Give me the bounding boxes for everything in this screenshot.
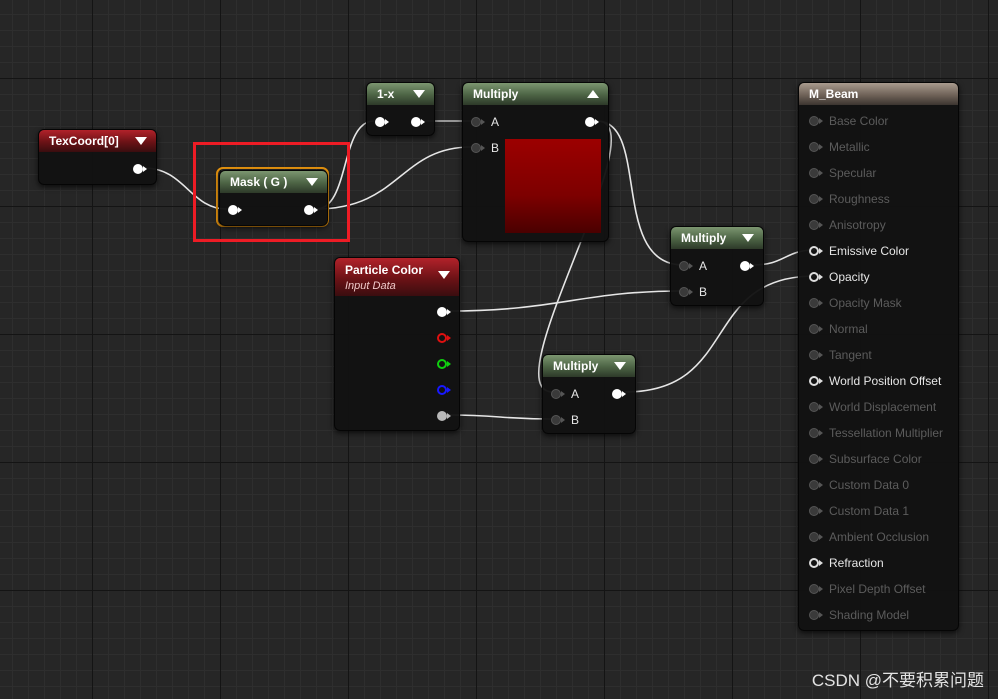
material-input-pin[interactable] (809, 141, 823, 153)
multiply-bottom-pin-b-label: B (571, 413, 580, 427)
material-input-label: Custom Data 0 (829, 478, 910, 492)
material-input-pin[interactable] (809, 479, 823, 491)
one-minus-node-header[interactable]: 1-x (367, 83, 434, 105)
multiply-right-pin-a-label: A (699, 259, 708, 273)
collapse-arrow-icon[interactable] (135, 137, 147, 145)
multiply-right-node[interactable]: Multiply A B (670, 226, 764, 306)
material-input-label: Normal (829, 322, 868, 336)
material-result-node-title: M_Beam (809, 87, 859, 101)
material-input-label: Opacity Mask (829, 296, 902, 310)
particle-color-g-pin[interactable] (437, 358, 451, 370)
wire-particle-to-right-b (447, 290, 684, 312)
one-minus-node[interactable]: 1-x (366, 82, 435, 136)
multiply-bottom-node-header[interactable]: Multiply (543, 355, 635, 377)
multiply-top-pin-b-label: B (491, 141, 500, 155)
material-input-pin[interactable] (809, 193, 823, 205)
multiply-right-pin-a[interactable] (679, 260, 693, 272)
one-minus-input-pin[interactable] (375, 116, 389, 128)
multiply-top-node[interactable]: Multiply A B (462, 82, 609, 242)
collapse-arrow-icon[interactable] (413, 90, 425, 98)
one-minus-node-title: 1-x (377, 87, 395, 101)
multiply-right-output-pin[interactable] (740, 260, 754, 272)
material-input-pin[interactable] (809, 167, 823, 179)
material-input-pin[interactable] (809, 245, 823, 257)
collapse-arrow-icon[interactable] (438, 271, 450, 279)
particle-color-node-subtitle: Input Data (345, 280, 396, 292)
collapse-arrow-icon[interactable] (742, 234, 754, 242)
material-input-label: Pixel Depth Offset (829, 582, 926, 596)
multiply-top-pin-a-label: A (491, 115, 500, 129)
material-input-pin[interactable] (809, 323, 823, 335)
material-input-label: Refraction (829, 556, 884, 570)
multiply-right-node-header[interactable]: Multiply (671, 227, 763, 249)
material-input-pin[interactable] (809, 453, 823, 465)
material-input-label: Specular (829, 166, 877, 180)
material-input-label: Base Color (829, 114, 889, 128)
material-input-pin[interactable] (809, 557, 823, 569)
texcoord-output-pin[interactable] (133, 163, 147, 175)
multiply-top-node-header[interactable]: Multiply (463, 83, 608, 105)
multiply-bottom-pin-a[interactable] (551, 388, 565, 400)
material-input-pin[interactable] (809, 531, 823, 543)
material-input-label: Ambient Occlusion (829, 530, 930, 544)
material-result-node[interactable]: M_Beam Base Color Metallic Specular Roughne… (798, 82, 959, 631)
wire-particle-alpha-to-bottom-b (447, 414, 554, 420)
material-input-pin[interactable] (809, 505, 823, 517)
material-input-pin[interactable] (809, 349, 823, 361)
particle-color-node[interactable]: Particle Color Input Data (334, 257, 460, 431)
material-input-label: Tangent (829, 348, 872, 362)
multiply-bottom-node[interactable]: Multiply A B (542, 354, 636, 434)
particle-color-node-title: Particle Color (345, 263, 424, 277)
material-input-label: World Position Offset (829, 374, 942, 388)
multiply-bottom-node-title: Multiply (553, 359, 599, 373)
material-input-pin[interactable] (809, 271, 823, 283)
material-input-label: Emissive Color (829, 244, 910, 258)
material-input-pin[interactable] (809, 297, 823, 309)
multiply-top-pin-b[interactable] (471, 142, 485, 154)
highlight-box (193, 142, 350, 242)
multiply-bottom-pin-a-label: A (571, 387, 580, 401)
texcoord-node[interactable]: TexCoord[0] (38, 129, 157, 185)
material-input-label: Roughness (829, 192, 890, 206)
multiply-right-pin-b[interactable] (679, 286, 693, 298)
material-preview (505, 139, 601, 233)
collapse-arrow-icon[interactable] (614, 362, 626, 370)
material-input-label: World Displacement (829, 400, 937, 414)
one-minus-output-pin[interactable] (411, 116, 425, 128)
material-input-pin[interactable] (809, 609, 823, 621)
collapse-arrow-icon[interactable] (587, 90, 599, 98)
multiply-bottom-output-pin[interactable] (612, 388, 626, 400)
multiply-right-node-title: Multiply (681, 231, 727, 245)
material-input-pin[interactable] (809, 427, 823, 439)
material-input-label: Opacity (829, 270, 870, 284)
material-input-pin[interactable] (809, 583, 823, 595)
material-input-label: Shading Model (829, 608, 910, 622)
texcoord-node-title: TexCoord[0] (49, 134, 119, 148)
texcoord-node-header[interactable]: TexCoord[0] (39, 130, 156, 152)
material-input-label: Tessellation Multiplier (829, 426, 944, 440)
material-input-pin[interactable] (809, 219, 823, 231)
multiply-top-output-pin[interactable] (585, 116, 599, 128)
multiply-right-pin-b-label: B (699, 285, 708, 299)
material-input-label: Subsurface Color (829, 452, 922, 466)
material-input-pin[interactable] (809, 401, 823, 413)
material-input-label: Custom Data 1 (829, 504, 910, 518)
material-input-pin[interactable] (809, 375, 823, 387)
material-input-label: Anisotropy (829, 218, 886, 232)
watermark: CSDN @不要积累问题 (811, 671, 984, 690)
particle-color-r-pin[interactable] (437, 332, 451, 344)
material-input-label: Metallic (829, 140, 870, 154)
multiply-bottom-pin-b[interactable] (551, 414, 565, 426)
particle-color-alpha-pin[interactable] (437, 410, 451, 422)
particle-color-rgb-pin[interactable] (437, 306, 451, 318)
particle-color-node-header[interactable]: Particle Color Input Data (335, 258, 459, 296)
material-input-pin[interactable] (809, 115, 823, 127)
material-result-node-header[interactable]: M_Beam (799, 83, 958, 105)
multiply-top-pin-a[interactable] (471, 116, 485, 128)
particle-color-b-pin[interactable] (437, 384, 451, 396)
multiply-top-node-title: Multiply (473, 87, 519, 101)
